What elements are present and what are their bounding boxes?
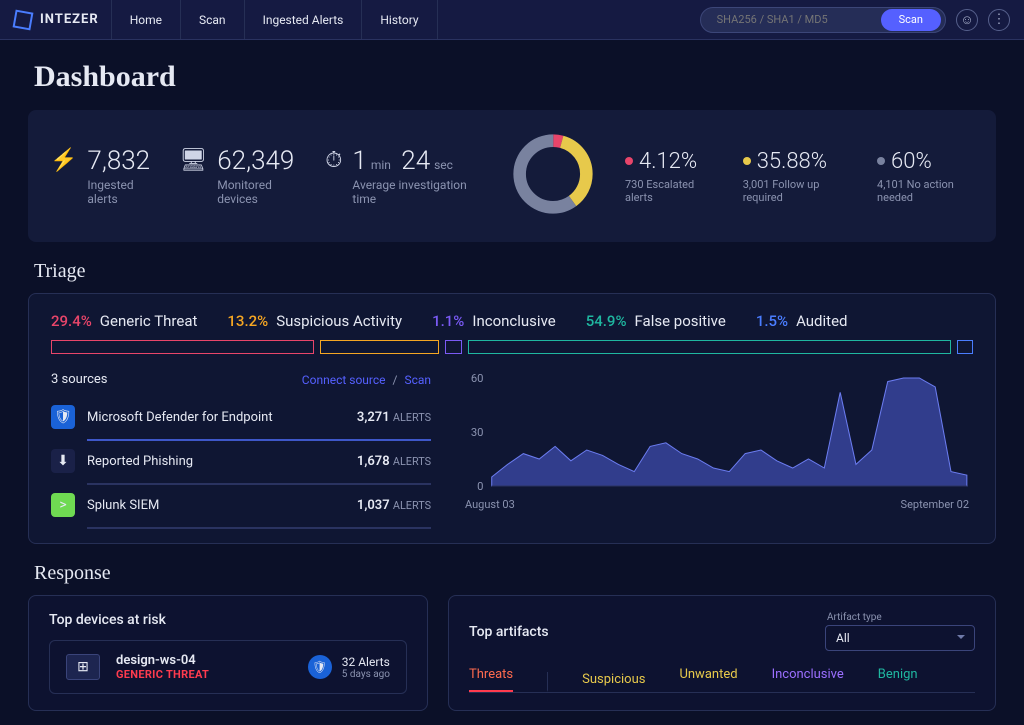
ingested-value: 7,832: [87, 146, 151, 176]
laptop-icon: 🖥: [179, 148, 207, 173]
top-artifacts-card: Top artifacts Artifact type All Threats S…: [448, 595, 996, 711]
svg-text:30: 30: [471, 426, 484, 439]
avg-time-value: 1min 24sec: [352, 146, 471, 176]
search-button[interactable]: Scan: [881, 9, 941, 31]
source-name: Reported Phishing: [87, 454, 193, 469]
dist-item-1: 35.88%3,001 Follow up required: [743, 149, 843, 204]
artifact-tab-threats[interactable]: Threats: [469, 667, 513, 692]
global-search[interactable]: Scan: [700, 7, 946, 33]
top-artifacts-title: Top artifacts: [469, 624, 549, 640]
source-alerts: 1,678 ALERTS: [357, 454, 431, 469]
triage-bar-suspicious-activity: [320, 340, 439, 354]
support-icon[interactable]: ☺: [956, 9, 978, 31]
nav-item-history[interactable]: History: [361, 0, 437, 39]
triage-bar-false-positive: [468, 340, 951, 354]
triage-legend-inconclusive: 1.1%Inconclusive: [432, 312, 556, 330]
source-icon: >: [51, 493, 75, 517]
source-alerts: 3,271 ALERTS: [357, 410, 431, 425]
svg-text:60: 60: [471, 372, 484, 385]
triage-legend-suspicious-activity: 13.2%Suspicious Activity: [227, 312, 402, 330]
device-alerts-meta: 32 Alerts 5 days ago: [342, 655, 390, 680]
triage-bar-inconclusive: [445, 340, 461, 354]
artifact-filter-label: Artifact type: [827, 612, 882, 623]
device-threat-tag: GENERIC THREAT: [116, 668, 209, 681]
scan-link[interactable]: Scan: [404, 373, 431, 387]
monitored-label: Monitored devices: [217, 178, 297, 206]
risk-device-row[interactable]: ⊞ design-ws-04 GENERIC THREAT 🛡 32 Alert…: [49, 640, 407, 694]
source-row-splunk-siem[interactable]: > Splunk SIEM 1,037 ALERTS: [51, 485, 431, 529]
brand-name: INTEZER: [40, 12, 99, 27]
triage-legend-audited: 1.5%Audited: [756, 312, 848, 330]
top-devices-title: Top devices at risk: [49, 612, 166, 628]
distribution-donut: [509, 130, 597, 222]
search-input[interactable]: [715, 12, 875, 27]
monitored-value: 62,349: [217, 146, 297, 176]
dist-item-0: 4.12%730 Escalated alerts: [625, 149, 709, 204]
source-name: Microsoft Defender for Endpoint: [87, 410, 273, 425]
shield-icon: 🛡: [308, 655, 332, 679]
xaxis-end: September 02: [901, 498, 969, 511]
device-name: design-ws-04: [116, 653, 209, 668]
windows-icon: ⊞: [66, 654, 100, 680]
artifact-type-select[interactable]: All: [825, 625, 975, 651]
menu-icon[interactable]: ⋮: [988, 9, 1010, 31]
brand-logo[interactable]: INTEZER: [14, 11, 111, 29]
triage-bar-audited: [957, 340, 973, 354]
stopwatch-icon: ⏱: [325, 148, 342, 173]
nav-item-home[interactable]: Home: [111, 0, 180, 39]
triage-legend-generic-threat: 29.4%Generic Threat: [51, 312, 197, 330]
triage-bar-generic-threat: [51, 340, 314, 354]
source-row-microsoft-defender-for-endpoint[interactable]: 🛡 Microsoft Defender for Endpoint 3,271 AL…: [51, 397, 431, 441]
ingested-label: Ingested alerts: [87, 178, 151, 206]
triage-legend-false-positive: 54.9%False positive: [586, 312, 726, 330]
artifact-tab-benign[interactable]: Benign: [878, 667, 918, 692]
dist-item-2: 60%4,101 No action needed: [877, 149, 974, 204]
artifact-tab-unwanted[interactable]: Unwanted: [679, 667, 737, 692]
top-devices-card: Top devices at risk ⊞ design-ws-04 GENER…: [28, 595, 428, 711]
sources-count: 3 sources: [51, 372, 108, 387]
nav-item-scan[interactable]: Scan: [180, 0, 244, 39]
triage-panel: 29.4%Generic Threat 13.2%Suspicious Activ…: [28, 293, 996, 544]
triage-timeline-chart: 0 30 60 August 03 September 02: [461, 372, 973, 529]
page-title: Dashboard: [34, 60, 990, 94]
kpi-strip: ⚡ 7,832 Ingested alerts 🖥 62,349 Monitor…: [28, 110, 996, 242]
logo-cube-icon: [13, 9, 34, 30]
connect-source-link[interactable]: Connect source: [302, 373, 386, 387]
source-icon: 🛡: [51, 405, 75, 429]
source-row-reported-phishing[interactable]: ⬇ Reported Phishing 1,678 ALERTS: [51, 441, 431, 485]
artifact-tab-suspicious[interactable]: Suspicious: [547, 672, 645, 692]
avg-time-label: Average investigation time: [352, 178, 471, 206]
bolt-icon: ⚡: [50, 148, 77, 173]
source-icon: ⬇: [51, 449, 75, 473]
source-alerts: 1,037 ALERTS: [357, 498, 431, 513]
source-name: Splunk SIEM: [87, 498, 159, 513]
nav-item-ingested-alerts[interactable]: Ingested Alerts: [244, 0, 362, 39]
svg-text:0: 0: [477, 480, 483, 492]
response-title: Response: [34, 562, 990, 585]
xaxis-start: August 03: [465, 498, 515, 511]
triage-title: Triage: [34, 260, 990, 283]
sources-panel: 3 sources Connect source / Scan 🛡Microso…: [51, 372, 431, 529]
artifact-tab-inconclusive[interactable]: Inconclusive: [772, 667, 844, 692]
